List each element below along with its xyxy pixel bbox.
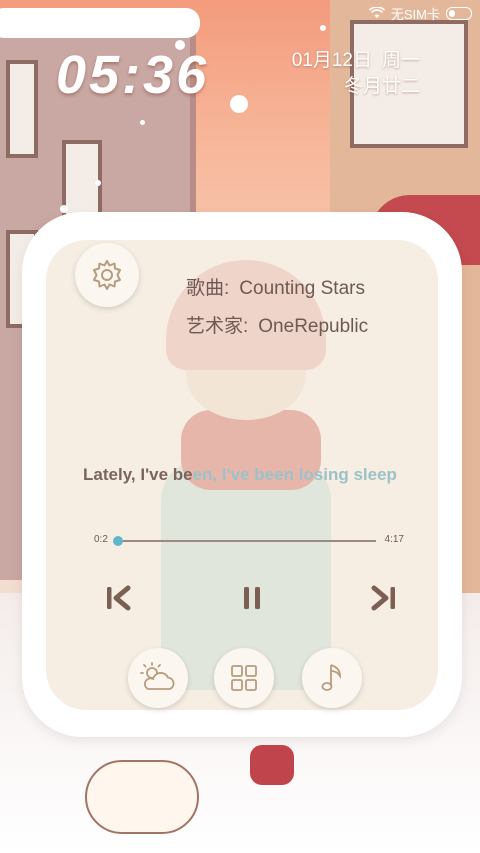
boot-illustration <box>250 745 294 785</box>
artist-name: OneRepublic <box>258 316 369 337</box>
weather-button[interactable] <box>128 648 188 708</box>
progress-track[interactable] <box>114 540 376 542</box>
lyric-upcoming: en, I've been losing sleep <box>192 465 397 484</box>
carrier-label: 无SIM卡 <box>390 6 440 22</box>
lockscreen-clock: 05:36 <box>56 45 210 105</box>
next-button[interactable] <box>366 580 402 616</box>
apps-button[interactable] <box>214 648 274 708</box>
gear-icon <box>93 260 121 290</box>
lyric-line: Lately, I've been, I've been losing slee… <box>0 465 480 485</box>
kitty-illustration <box>75 740 199 835</box>
progress-knob[interactable] <box>113 536 123 546</box>
pause-button[interactable] <box>234 580 270 616</box>
music-button[interactable] <box>302 648 362 708</box>
total-time: 4:17 <box>384 534 404 545</box>
battery-icon <box>446 6 472 20</box>
artist-row: 艺术家: OneRepublic <box>186 311 368 338</box>
playback-progress[interactable]: 0:2 4:17 <box>94 532 404 548</box>
skip-next-icon <box>371 585 395 611</box>
song-title: Counting Stars <box>239 278 365 299</box>
lyric-played: Lately, I've be <box>83 465 193 484</box>
song-title-row: 歌曲: Counting Stars <box>186 273 365 300</box>
weekday-label: 周一 <box>381 50 420 71</box>
settings-button[interactable] <box>75 243 139 307</box>
skip-previous-icon <box>107 585 131 611</box>
song-title-label: 歌曲: <box>186 278 230 299</box>
date-label: 01月12日 <box>291 50 372 71</box>
music-note-icon <box>321 664 341 691</box>
grid-icon <box>231 665 257 691</box>
current-time: 0:2 <box>94 534 108 545</box>
wifi-icon <box>368 7 385 18</box>
status-bar: 无SIM卡 <box>368 0 480 26</box>
previous-button[interactable] <box>100 580 136 616</box>
weather-icon <box>140 662 175 690</box>
date-block: 01月12日 周一 冬月廿二 <box>292 48 420 100</box>
lunar-date-label: 冬月廿二 <box>343 76 420 97</box>
pause-icon <box>244 587 260 609</box>
artist-label: 艺术家: <box>186 316 249 337</box>
